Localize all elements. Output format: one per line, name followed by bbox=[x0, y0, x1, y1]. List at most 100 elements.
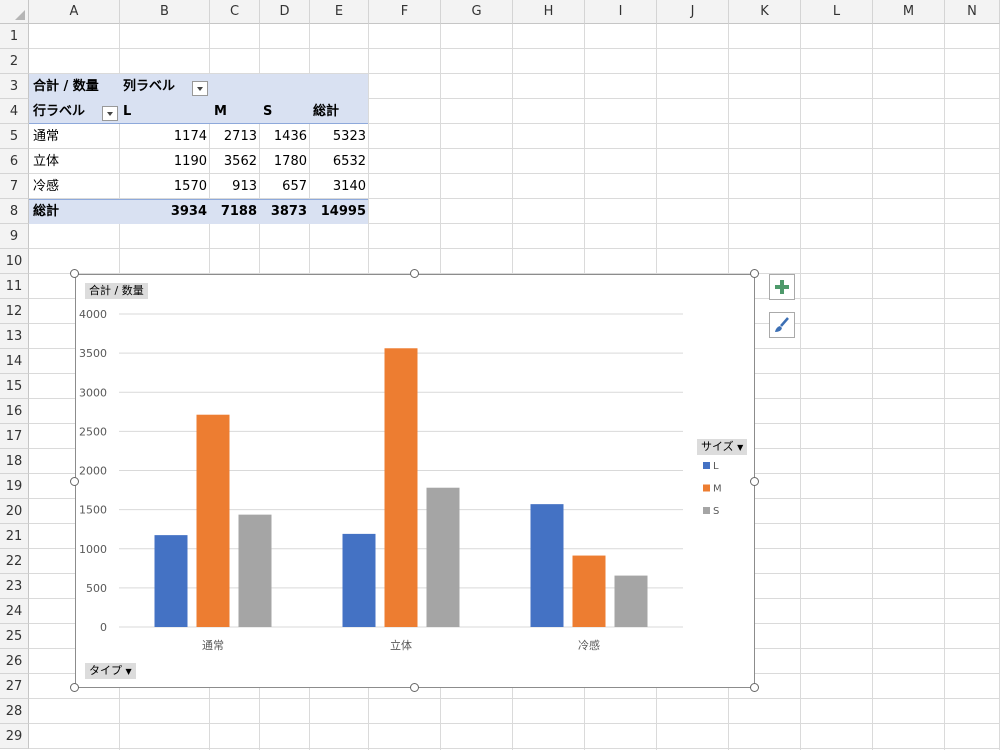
row-header-10[interactable]: 10 bbox=[0, 249, 29, 274]
bar-m-2[interactable] bbox=[572, 555, 606, 627]
resize-handle-bottom[interactable] bbox=[410, 683, 419, 692]
row-header-29[interactable]: 29 bbox=[0, 724, 29, 749]
chart-elements-button[interactable] bbox=[769, 274, 795, 300]
row-header-13[interactable]: 13 bbox=[0, 324, 29, 349]
row-filter-dropdown-icon[interactable] bbox=[102, 106, 118, 121]
pivot-cell[interactable]: 1436 bbox=[260, 124, 307, 149]
pivot-row-label-cell[interactable]: 立体 bbox=[33, 149, 59, 174]
bar-l-0[interactable] bbox=[154, 535, 188, 627]
column-header-j[interactable]: J bbox=[657, 0, 729, 24]
row-header-20[interactable]: 20 bbox=[0, 499, 29, 524]
pivot-row-label-cell[interactable]: 通常 bbox=[33, 124, 59, 149]
row-header-17[interactable]: 17 bbox=[0, 424, 29, 449]
row-header-18[interactable]: 18 bbox=[0, 449, 29, 474]
pivot-cell[interactable]: 5323 bbox=[310, 124, 366, 149]
bar-m-0[interactable] bbox=[196, 414, 230, 627]
resize-handle-bottom-right[interactable] bbox=[750, 683, 759, 692]
bar-s-1[interactable] bbox=[426, 487, 460, 627]
legend-entry-s[interactable]: S bbox=[713, 506, 719, 517]
row-header-6[interactable]: 6 bbox=[0, 149, 29, 174]
resize-handle-bottom-left[interactable] bbox=[70, 683, 79, 692]
row-header-26[interactable]: 26 bbox=[0, 649, 29, 674]
bar-l-2[interactable] bbox=[530, 504, 564, 627]
spreadsheet-grid[interactable]: ABCDEFGHIJKLMN 1 2 3 4 5 6 7 8 9 10 11 12 13 14 15 16 17… bbox=[0, 0, 1000, 750]
pivot-cell[interactable]: 3562 bbox=[210, 149, 257, 174]
chart-plot[interactable]: 0 500 1000 1500 2000 2500 3000 3500 4000 通常 立体 冷感 L M… bbox=[76, 275, 754, 687]
row-header-2[interactable]: 2 bbox=[0, 49, 29, 74]
row-header-19[interactable]: 19 bbox=[0, 474, 29, 499]
row-header-7[interactable]: 7 bbox=[0, 174, 29, 199]
column-header-n[interactable]: N bbox=[945, 0, 1000, 24]
resize-handle-top-right[interactable] bbox=[750, 269, 759, 278]
row-header-27[interactable]: 27 bbox=[0, 674, 29, 699]
pivot-cell[interactable]: 1780 bbox=[260, 149, 307, 174]
row-header-24[interactable]: 24 bbox=[0, 599, 29, 624]
resize-handle-top-left[interactable] bbox=[70, 269, 79, 278]
bar-m-1[interactable] bbox=[384, 348, 418, 627]
row-header-25[interactable]: 25 bbox=[0, 624, 29, 649]
select-all-corner[interactable] bbox=[0, 0, 29, 24]
column-header-a[interactable]: A bbox=[29, 0, 120, 24]
column-filter-dropdown-icon[interactable] bbox=[192, 81, 208, 96]
pivot-grand-total-label[interactable]: 総計 bbox=[33, 199, 59, 224]
row-header-16[interactable]: 16 bbox=[0, 399, 29, 424]
row-header-15[interactable]: 15 bbox=[0, 374, 29, 399]
y-tick-label: 4000 bbox=[79, 308, 107, 321]
column-header-k[interactable]: K bbox=[729, 0, 801, 24]
row-header-1[interactable]: 1 bbox=[0, 24, 29, 49]
pivot-row-label-cell[interactable]: 冷感 bbox=[33, 174, 59, 199]
row-header-23[interactable]: 23 bbox=[0, 574, 29, 599]
pivot-cell[interactable]: 657 bbox=[260, 174, 307, 199]
pivot-value-label[interactable]: 合計 / 数量 bbox=[33, 74, 99, 99]
legend-entry-m[interactable]: M bbox=[713, 484, 722, 495]
pivot-total-cell[interactable]: 3934 bbox=[120, 199, 207, 224]
row-header-22[interactable]: 22 bbox=[0, 549, 29, 574]
pivot-total-cell[interactable]: 7188 bbox=[210, 199, 257, 224]
row-header-14[interactable]: 14 bbox=[0, 349, 29, 374]
row-header-21[interactable]: 21 bbox=[0, 524, 29, 549]
pivot-col-header-l[interactable]: L bbox=[123, 99, 131, 124]
row-header-4[interactable]: 4 bbox=[0, 99, 29, 124]
row-header-5[interactable]: 5 bbox=[0, 124, 29, 149]
legend-entry-l[interactable]: L bbox=[713, 461, 719, 472]
row-header-11[interactable]: 11 bbox=[0, 274, 29, 299]
pivot-total-cell[interactable]: 3873 bbox=[260, 199, 307, 224]
chart-styles-button[interactable] bbox=[769, 312, 795, 338]
pivot-col-header-m[interactable]: M bbox=[214, 99, 227, 124]
pivot-cell[interactable]: 1174 bbox=[120, 124, 207, 149]
gridline bbox=[29, 48, 1000, 49]
pivot-total-cell[interactable]: 14995 bbox=[310, 199, 366, 224]
pivot-column-label[interactable]: 列ラベル bbox=[123, 74, 175, 99]
column-header-d[interactable]: D bbox=[260, 0, 310, 24]
bar-s-2[interactable] bbox=[614, 575, 648, 627]
column-header-f[interactable]: F bbox=[369, 0, 441, 24]
column-header-l[interactable]: L bbox=[801, 0, 873, 24]
pivot-col-header-total[interactable]: 総計 bbox=[313, 99, 339, 124]
pivot-cell[interactable]: 2713 bbox=[210, 124, 257, 149]
column-header-g[interactable]: G bbox=[441, 0, 513, 24]
pivot-row-label[interactable]: 行ラベル bbox=[33, 99, 85, 124]
column-header-c[interactable]: C bbox=[210, 0, 260, 24]
pivot-cell[interactable]: 913 bbox=[210, 174, 257, 199]
row-header-3[interactable]: 3 bbox=[0, 74, 29, 99]
pivot-col-header-s[interactable]: S bbox=[263, 99, 272, 124]
resize-handle-right[interactable] bbox=[750, 477, 759, 486]
column-header-e[interactable]: E bbox=[310, 0, 369, 24]
column-header-h[interactable]: H bbox=[513, 0, 585, 24]
column-header-i[interactable]: I bbox=[585, 0, 657, 24]
resize-handle-left[interactable] bbox=[70, 477, 79, 486]
pivot-chart[interactable]: 合計 / 数量 タイプ ▼ サイズ ▼ 0 500 1000 1500 2000 2500… bbox=[75, 274, 755, 688]
column-header-b[interactable]: B bbox=[120, 0, 210, 24]
pivot-cell[interactable]: 1570 bbox=[120, 174, 207, 199]
resize-handle-top[interactable] bbox=[410, 269, 419, 278]
row-header-8[interactable]: 8 bbox=[0, 199, 29, 224]
bar-s-0[interactable] bbox=[238, 514, 272, 627]
pivot-cell[interactable]: 3140 bbox=[310, 174, 366, 199]
column-header-m[interactable]: M bbox=[873, 0, 945, 24]
row-header-9[interactable]: 9 bbox=[0, 224, 29, 249]
pivot-cell[interactable]: 1190 bbox=[120, 149, 207, 174]
bar-l-1[interactable] bbox=[342, 533, 376, 627]
row-header-28[interactable]: 28 bbox=[0, 699, 29, 724]
row-header-12[interactable]: 12 bbox=[0, 299, 29, 324]
pivot-cell[interactable]: 6532 bbox=[310, 149, 366, 174]
